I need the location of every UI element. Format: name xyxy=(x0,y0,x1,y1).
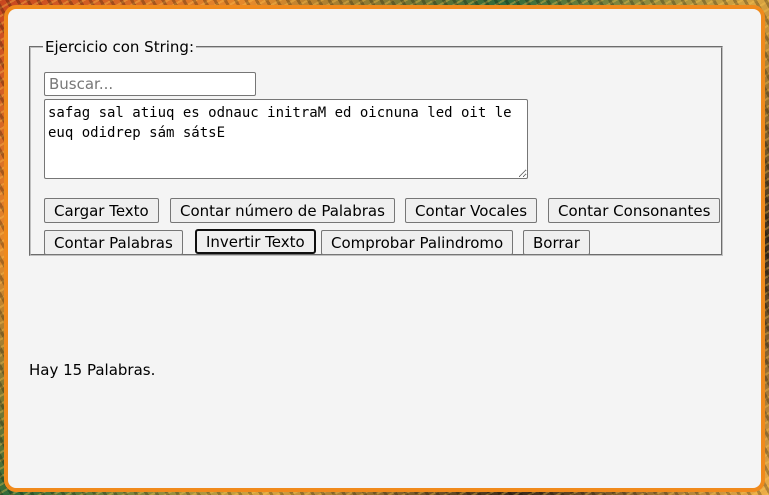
result-text: Hay 15 Palabras. xyxy=(29,361,156,379)
invertir-texto-button[interactable]: Invertir Texto xyxy=(195,229,316,254)
search-input[interactable] xyxy=(44,72,256,96)
fieldset-legend: Ejercicio con String: xyxy=(45,38,195,56)
comprobar-palindromo-button[interactable]: Comprobar Palindromo xyxy=(321,230,514,255)
app-panel: Ejercicio con String: safag sal atiuq es… xyxy=(4,5,765,492)
contar-consonantes-button[interactable]: Contar Consonantes xyxy=(548,198,721,223)
text-area[interactable]: safag sal atiuq es odnauc initraM ed oic… xyxy=(44,99,528,179)
contar-numero-palabras-button[interactable]: Contar número de Palabras xyxy=(170,198,395,223)
contar-palabras-button[interactable]: Contar Palabras xyxy=(44,230,183,255)
borrar-button[interactable]: Borrar xyxy=(523,230,590,255)
contar-vocales-button[interactable]: Contar Vocales xyxy=(405,198,538,223)
cargar-texto-button[interactable]: Cargar Texto xyxy=(44,198,159,223)
